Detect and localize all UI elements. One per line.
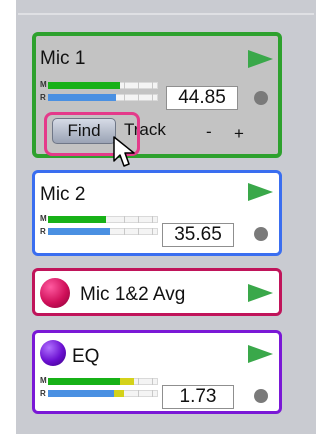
play-icon[interactable]: [248, 50, 273, 68]
meter-track-r: [48, 94, 158, 101]
meter-label-r: R: [40, 227, 46, 236]
meter-track-r: [48, 390, 158, 397]
status-dot-icon: [254, 227, 268, 241]
play-icon[interactable]: [248, 284, 273, 302]
status-dot-icon: [254, 389, 268, 403]
play-icon[interactable]: [248, 183, 273, 201]
meter-track-m: [48, 82, 158, 89]
meter-mic-2: M R: [40, 214, 158, 238]
card-title-mic-2: Mic 2: [40, 184, 86, 205]
status-dot-icon: [254, 91, 268, 105]
meter-peak-r: [114, 390, 124, 397]
meter-label-m: M: [40, 214, 47, 223]
meter-fill-r: [48, 228, 110, 235]
meter-label-r: R: [40, 93, 46, 102]
meter-fill-r: [48, 390, 114, 397]
card-title-eq: EQ: [72, 346, 100, 367]
record-ball-icon: [40, 340, 66, 366]
meter-label-m: M: [40, 80, 47, 89]
card-title-mic-1: Mic 1: [40, 48, 86, 69]
meter-fill-m: [48, 82, 120, 89]
card-title-mic-avg: Mic 1&2 Avg: [80, 284, 186, 305]
value-field-eq[interactable]: 1.73: [162, 385, 234, 409]
plus-button[interactable]: +: [234, 124, 244, 144]
mouse-pointer-icon: [113, 136, 135, 167]
meter-track-m: [48, 378, 158, 385]
meter-fill-m: [48, 216, 106, 223]
meter-peak-m: [120, 378, 134, 385]
record-ball-icon: [40, 278, 70, 308]
meter-label-r: R: [40, 389, 46, 398]
value-field-mic-2[interactable]: 35.65: [162, 223, 234, 247]
value-field-mic-1[interactable]: 44.85: [166, 86, 238, 110]
meter-label-m: M: [40, 376, 47, 385]
meter-track-m: [48, 216, 158, 223]
card-eq[interactable]: [32, 330, 282, 414]
play-icon[interactable]: [248, 345, 273, 363]
meter-track-r: [48, 228, 158, 235]
meter-fill-m: [48, 378, 120, 385]
minus-button[interactable]: -: [206, 122, 212, 142]
card-mic-2[interactable]: [32, 170, 282, 256]
meter-fill-r: [48, 94, 116, 101]
meter-mic-1: M R: [40, 80, 158, 104]
meter-eq: M R: [40, 376, 158, 400]
panel-divider: [18, 13, 314, 15]
